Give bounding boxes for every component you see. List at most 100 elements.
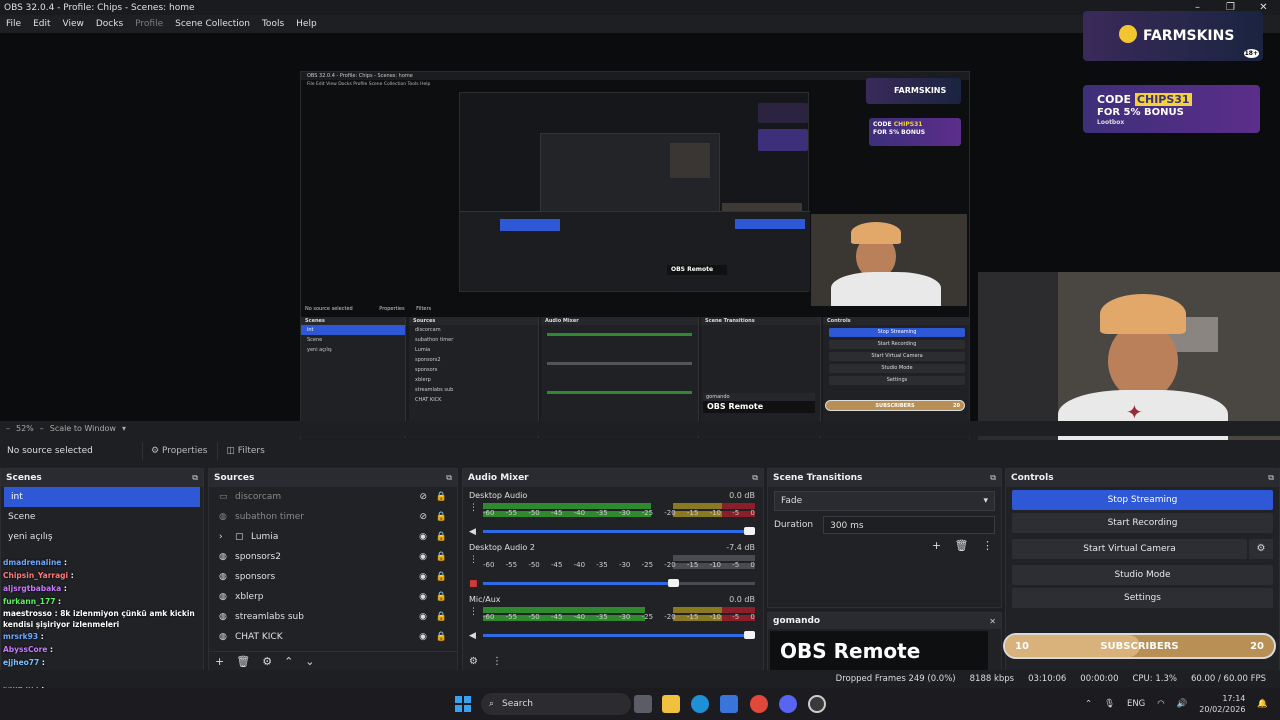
properties-button[interactable]: ⚙ Properties	[142, 442, 215, 460]
mic-icon[interactable]: 🎙	[1104, 699, 1115, 709]
notification-icon[interactable]: 🔔	[1257, 699, 1268, 709]
move-up-button[interactable]: ⌃	[284, 655, 293, 668]
volume-slider[interactable]	[483, 579, 755, 587]
store-icon[interactable]	[720, 695, 738, 713]
source-item-subathon-timer[interactable]: ◍ subathon timer ⊘ 🔒	[209, 507, 457, 527]
settings-button[interactable]: Settings	[1012, 588, 1273, 608]
nested-properties: Properties	[379, 306, 405, 312]
source-item-discorcam[interactable]: ▭ discorcam ⊘ 🔒	[209, 487, 457, 507]
eye-icon[interactable]: ◉	[419, 592, 427, 602]
eye-icon[interactable]: ◉	[419, 532, 427, 542]
channel-menu-icon[interactable]: ⋮	[469, 503, 478, 513]
taskbar-search[interactable]: ⌕ Search	[481, 693, 631, 715]
tick-label: -30	[618, 561, 631, 569]
menu-file[interactable]: File	[6, 19, 21, 29]
undock-icon[interactable]: ⧉	[192, 473, 198, 483]
mixer-menu-icon[interactable]: ⋮	[492, 656, 502, 667]
expand-chevron-icon[interactable]: ›	[219, 532, 229, 542]
eye-icon[interactable]: ◉	[419, 552, 427, 562]
transition-select[interactable]: Fade ▾	[774, 491, 995, 511]
lock-icon[interactable]: 🔒	[436, 572, 447, 582]
preview-area[interactable]: OBS 32.0.4 - Profile: Chips - Scenes: ho…	[0, 11, 1280, 451]
zoom-minus-icon-2[interactable]: –	[40, 424, 44, 433]
gomando-title: gomando	[773, 616, 821, 626]
source-settings-button[interactable]: ⚙	[262, 655, 272, 668]
eye-icon[interactable]: ◉	[419, 632, 427, 642]
undock-icon[interactable]: ⧉	[752, 473, 758, 483]
undock-icon[interactable]: ⧉	[446, 473, 452, 483]
edge-icon[interactable]	[691, 695, 709, 713]
filters-button[interactable]: ◫ Filters	[217, 442, 272, 460]
discord-icon[interactable]	[779, 695, 797, 713]
file-explorer-icon[interactable]	[662, 695, 680, 713]
wifi-icon[interactable]: ◠	[1157, 699, 1164, 709]
zoom-minus-icon[interactable]: –	[6, 424, 10, 433]
menu-docks[interactable]: Docks	[96, 19, 123, 29]
windows-start-icon[interactable]	[455, 696, 471, 712]
stop-streaming-button[interactable]: Stop Streaming	[1012, 490, 1273, 510]
eye-hidden-icon[interactable]: ⊘	[419, 512, 427, 522]
menu-scene-collection[interactable]: Scene Collection	[175, 19, 250, 29]
lock-icon[interactable]: 🔒	[436, 492, 447, 502]
scene-item-int[interactable]: int	[4, 487, 200, 507]
menu-view[interactable]: View	[63, 19, 84, 29]
add-source-button[interactable]: +	[215, 655, 224, 668]
start-recording-button[interactable]: Start Recording	[1012, 513, 1273, 533]
transition-menu-icon[interactable]: ⋮	[982, 539, 993, 552]
scene-item-yeni-acilis[interactable]: yeni açılış	[1, 527, 203, 547]
chrome-icon[interactable]	[750, 695, 768, 713]
studio-mode-button[interactable]: Studio Mode	[1012, 565, 1273, 585]
lock-icon[interactable]: 🔒	[436, 592, 447, 602]
mixer-channel: Mic/Aux 0.0 dB ⋮ -60 -55 -50 -45 -40 -35 -30 -2…	[463, 591, 763, 643]
lock-icon[interactable]: 🔒	[436, 552, 447, 562]
filters-label: Filters	[237, 446, 265, 456]
source-item-chat-kick[interactable]: ◍ CHAT KICK ◉ 🔒	[209, 627, 457, 647]
zoom-mode[interactable]: Scale to Window	[50, 424, 116, 433]
virtual-camera-settings-icon[interactable]: ⚙	[1249, 539, 1273, 559]
channel-menu-icon[interactable]: ⋮	[469, 555, 478, 565]
speaker-icon[interactable]: ◀	[469, 527, 476, 537]
source-item-sponsors2[interactable]: ◍ sponsors2 ◉ 🔒	[209, 547, 457, 567]
lock-icon[interactable]: 🔒	[436, 512, 447, 522]
menu-edit[interactable]: Edit	[33, 19, 50, 29]
scene-item-scene[interactable]: Scene	[1, 507, 203, 527]
undock-icon[interactable]: ⧉	[990, 473, 996, 483]
source-item-sponsors[interactable]: ◍ sponsors ◉ 🔒	[209, 567, 457, 587]
trash-icon[interactable]: 🗑	[955, 539, 969, 552]
lock-icon[interactable]: 🔒	[436, 612, 447, 622]
tray-chevron-icon[interactable]: ⌃	[1085, 699, 1092, 709]
volume-slider[interactable]	[483, 631, 755, 639]
volume-slider[interactable]	[483, 527, 755, 535]
volume-handle[interactable]	[744, 631, 755, 639]
duration-input[interactable]: 300 ms	[823, 516, 995, 534]
close-icon[interactable]: ✕	[989, 617, 996, 626]
chevron-down-icon[interactable]: ▾	[122, 424, 126, 433]
eye-icon[interactable]: ◉	[419, 572, 427, 582]
move-down-button[interactable]: ⌄	[305, 655, 314, 668]
speaker-muted-icon[interactable]: ■	[469, 579, 478, 589]
volume-icon[interactable]: 🔊	[1177, 699, 1188, 709]
menu-profile[interactable]: Profile	[135, 19, 163, 29]
undock-icon[interactable]: ⧉	[1268, 473, 1274, 483]
eye-hidden-icon[interactable]: ⊘	[419, 492, 427, 502]
source-item-lumia[interactable]: › ▢ Lumia ◉ 🔒	[209, 527, 457, 547]
lang-indicator[interactable]: ENG	[1127, 699, 1145, 709]
eye-icon[interactable]: ◉	[419, 612, 427, 622]
volume-handle[interactable]	[667, 579, 679, 587]
source-item-streamlabs-sub[interactable]: ◍ streamlabs sub ◉ 🔒	[209, 607, 457, 627]
lock-icon[interactable]: 🔒	[436, 632, 447, 642]
mixer-settings-icon[interactable]: ⚙	[469, 656, 478, 667]
trash-icon[interactable]: 🗑	[236, 655, 250, 668]
menu-help[interactable]: Help	[296, 19, 317, 29]
add-transition-button[interactable]: +	[932, 539, 941, 552]
channel-menu-icon[interactable]: ⋮	[469, 607, 478, 617]
speaker-icon[interactable]: ◀	[469, 631, 476, 641]
volume-handle[interactable]	[744, 527, 755, 535]
clock[interactable]: 17:14 20/02/2026	[1199, 693, 1245, 715]
lock-icon[interactable]: 🔒	[436, 532, 447, 542]
task-view-icon[interactable]	[634, 695, 652, 713]
menu-tools[interactable]: Tools	[262, 19, 284, 29]
obs-icon[interactable]	[808, 695, 826, 713]
start-virtual-camera-button[interactable]: Start Virtual Camera	[1012, 539, 1247, 559]
source-item-xblerp[interactable]: ◍ xblerp ◉ 🔒	[209, 587, 457, 607]
